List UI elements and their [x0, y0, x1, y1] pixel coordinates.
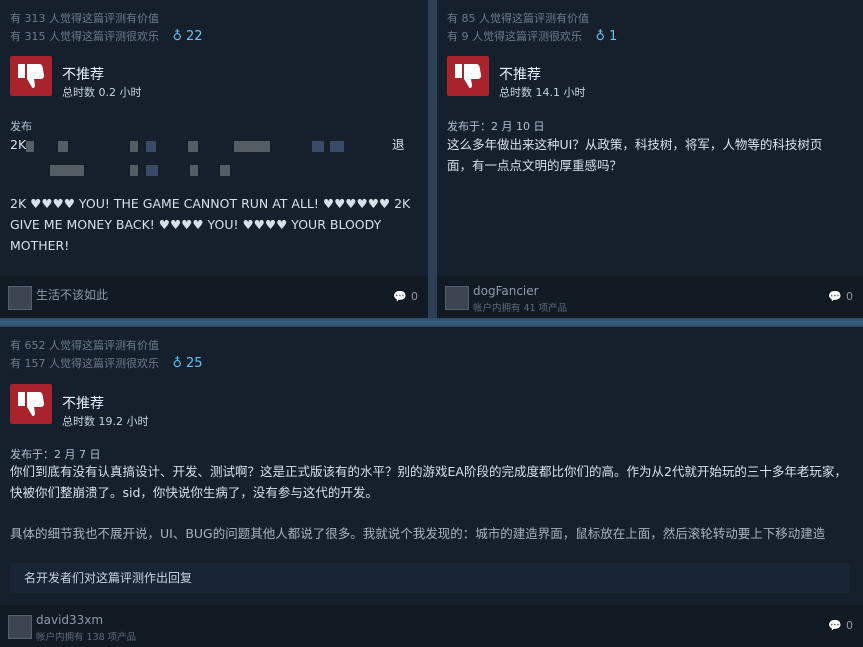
- thumb-down-icon: [10, 56, 52, 96]
- playtime-text: 总时数 19.2 小时: [62, 415, 149, 428]
- funny-count-text: 有 9 人觉得这篇评测很欢乐 ♁ 1: [447, 28, 617, 44]
- playtime-text: 总时数 0.2 小时: [62, 86, 142, 99]
- helpful-count-text: 有 313 人觉得这篇评测有价值: [10, 12, 159, 25]
- funny-count-text: 有 315 人觉得这篇评测很欢乐 ♁ 22: [10, 28, 203, 44]
- posted-date: 发布于：2 月 7 日: [10, 448, 101, 461]
- award-count: 25: [186, 356, 203, 371]
- user-name-link[interactable]: david33xm: [36, 613, 103, 627]
- comment-button[interactable]: 💬 0: [393, 290, 418, 303]
- award-count: 1: [609, 29, 618, 44]
- review-card: 有 313 人觉得这篇评测有价值 有 315 人觉得这篇评测很欢乐 ♁ 22 不推…: [0, 0, 428, 318]
- comment-icon: 💬: [828, 619, 842, 632]
- review-footer: 生活不该如此 💬 0: [0, 276, 428, 318]
- review-text-start: 2K: [10, 137, 27, 152]
- user-products-count: 帐户内拥有 138 项产品: [36, 632, 137, 643]
- award-icon: ♁: [595, 29, 606, 44]
- award-icon: ♁: [172, 29, 183, 44]
- comment-count: 0: [846, 290, 853, 303]
- recommendation-label: 不推荐: [62, 67, 104, 83]
- funny-count-label: 有 9 人觉得这篇评测很欢乐: [447, 30, 582, 43]
- comment-icon: 💬: [828, 290, 842, 303]
- recommendation-label: 不推荐: [62, 396, 104, 412]
- helpful-count-text: 有 85 人觉得这篇评测有价值: [447, 12, 589, 25]
- review-body: 这么多年做出来这种UI？从政策，科技树，将军，人物等的科技树页面，有一点点文明的…: [447, 137, 823, 173]
- award-button[interactable]: ♁ 25: [173, 356, 203, 371]
- funny-count-label: 有 315 人觉得这篇评测很欢乐: [10, 30, 159, 43]
- thumb-down-icon: [447, 56, 489, 96]
- comment-count: 0: [846, 619, 853, 632]
- user-name-link[interactable]: dogFancier: [473, 284, 539, 298]
- avatar[interactable]: [445, 286, 469, 310]
- award-icon: ♁: [172, 356, 183, 371]
- review-body: 2K ♥♥♥♥ YOU! THE GAME CANNOT RUN AT ALL!…: [10, 196, 411, 253]
- user-name-link[interactable]: 生活不该如此: [36, 286, 108, 303]
- blurred-text: [22, 165, 322, 176]
- comment-button[interactable]: 💬 0: [828, 619, 853, 632]
- comment-button[interactable]: 💬 0: [828, 290, 853, 303]
- thumb-down-icon: [10, 384, 52, 424]
- review-footer: dogFancier 帐户内拥有 41 项产品 💬 0: [437, 276, 863, 318]
- blurred-text: [26, 141, 386, 152]
- review-body: 你们到底有没有认真搞设计、开发、测试啊？这是正式版该有的水平？别的游戏EA阶段的…: [10, 464, 847, 500]
- helpful-count-text: 有 652 人觉得这篇评测有价值: [10, 339, 159, 352]
- posted-date: 发布于：2 月 10 日: [447, 120, 545, 133]
- playtime-text: 总时数 14.1 小时: [499, 86, 586, 99]
- comment-icon: 💬: [393, 290, 407, 303]
- section-separator: [0, 318, 863, 327]
- review-card: 有 85 人觉得这篇评测有价值 有 9 人觉得这篇评测很欢乐 ♁ 1 不推荐 总时…: [437, 0, 863, 318]
- avatar[interactable]: [8, 615, 32, 639]
- award-button[interactable]: ♁ 1: [596, 29, 618, 44]
- review-body-continued: 具体的细节我也不展开说，UI、BUG的问题其他人都说了很多。我就说个我发现的：城…: [10, 526, 826, 541]
- review-text-end: 退: [392, 137, 405, 152]
- funny-count-text: 有 157 人觉得这篇评测很欢乐 ♁ 25: [10, 355, 203, 371]
- review-footer: david33xm 帐户内拥有 138 项产品 💬 0: [0, 605, 863, 647]
- column-separator: [428, 0, 437, 318]
- award-button[interactable]: ♁ 22: [173, 29, 203, 44]
- user-products-count: 帐户内拥有 41 项产品: [473, 303, 568, 314]
- review-card: 有 652 人觉得这篇评测有价值 有 157 人觉得这篇评测很欢乐 ♁ 25 不推…: [0, 327, 863, 647]
- recommendation-label: 不推荐: [499, 67, 541, 83]
- funny-count-label: 有 157 人觉得这篇评测很欢乐: [10, 357, 159, 370]
- comment-count: 0: [411, 290, 418, 303]
- avatar[interactable]: [8, 286, 32, 310]
- award-count: 22: [186, 29, 203, 44]
- developer-response-banner[interactable]: 名开发者们对这篇评测作出回复: [10, 563, 850, 593]
- posted-date: 发布: [10, 120, 32, 133]
